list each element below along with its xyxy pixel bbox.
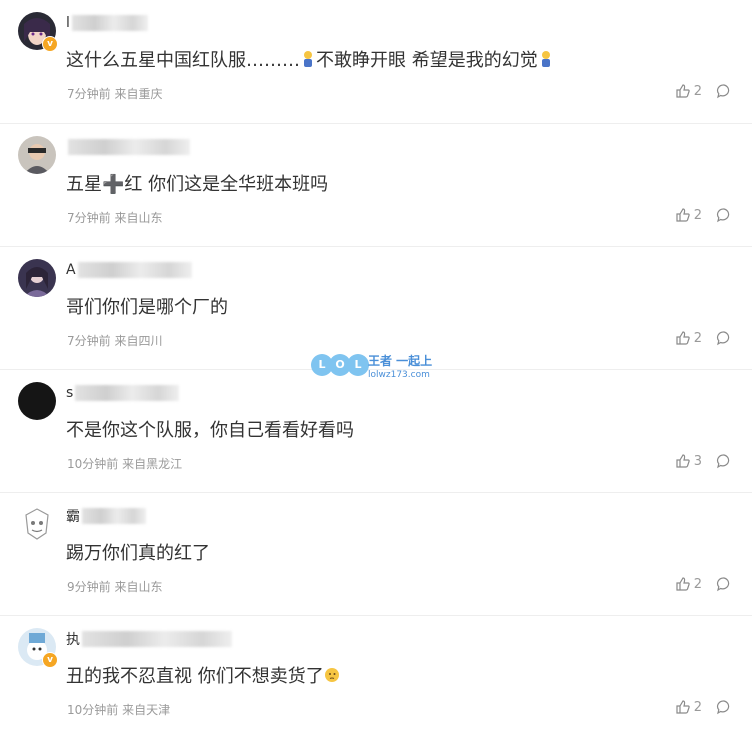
reply-icon[interactable]	[716, 576, 732, 592]
thumbs-up-icon	[676, 208, 690, 222]
comment-text: 五星➕红 你们这是全华班本班吗	[66, 174, 329, 195]
comment-meta: 9分钟前 来自山东	[67, 580, 163, 594]
username[interactable]: A	[66, 261, 192, 279]
reply-icon[interactable]	[716, 330, 732, 346]
comment-actions: 3	[675, 453, 732, 469]
comment-actions: 2	[675, 330, 732, 346]
thumbs-up-icon	[676, 454, 690, 468]
avatar[interactable]	[18, 136, 56, 174]
comment-text: 这什么五星中国红队服……… 不敢睁开眼 希望是我的幻觉	[66, 46, 554, 72]
username[interactable]: 执	[66, 630, 232, 648]
redacted-name	[82, 631, 232, 647]
emoji-icon	[541, 51, 550, 67]
comment-text: 丑的我不忍直视 你们不想卖货了	[66, 662, 340, 688]
comment-meta: 7分钟前 来自四川	[67, 334, 163, 348]
comment-meta: 7分钟前 来自山东	[67, 211, 163, 225]
comment-item: 五星➕红 你们这是全华班本班吗 7分钟前 来自山东 2	[0, 123, 752, 246]
thumbs-up-icon	[676, 331, 690, 345]
comment-item: v l 这什么五星中国红队服……… 不敢睁开眼 希望是我的幻觉 7分钟前 来自重庆…	[0, 0, 752, 123]
reply-icon[interactable]	[716, 207, 732, 223]
like-button[interactable]: 2	[675, 699, 702, 715]
like-button[interactable]: 2	[675, 207, 702, 223]
thumbs-up-icon	[676, 577, 690, 591]
comment-actions: 2	[675, 207, 732, 223]
thinking-face-emoji-icon	[324, 668, 339, 682]
comment-item: s 不是你这个队服，你自己看看好看吗 10分钟前 来自黑龙江 3	[0, 369, 752, 492]
comment-text: 不是你这个队服，你自己看看好看吗	[66, 420, 354, 441]
verified-badge-icon: v	[42, 36, 58, 52]
avatar[interactable]	[18, 259, 56, 297]
comment-actions: 2	[675, 576, 732, 592]
avatar[interactable]	[18, 505, 56, 543]
comment-text: 踢万你们真的红了	[66, 543, 210, 564]
username[interactable]: 霸	[66, 507, 146, 525]
comment-item: v 执 丑的我不忍直视 你们不想卖货了 10分钟前 来自天津 2	[0, 615, 752, 738]
comment-text: 哥们你们是哪个厂的	[66, 297, 228, 318]
thumbs-up-icon	[676, 84, 690, 98]
username[interactable]: s	[66, 384, 180, 402]
verified-badge-icon: v	[42, 652, 58, 668]
username[interactable]: l	[66, 14, 148, 32]
like-button[interactable]: 2	[675, 330, 702, 346]
comment-actions: 2	[675, 83, 732, 99]
redacted-name	[75, 385, 180, 401]
comment-meta: 10分钟前 来自天津	[67, 703, 171, 717]
comment-item: A 哥们你们是哪个厂的 7分钟前 来自四川 2	[0, 246, 752, 369]
redacted-name	[68, 139, 190, 155]
redacted-name	[77, 262, 192, 278]
redacted-name	[71, 15, 148, 31]
thumbs-up-icon	[676, 700, 690, 714]
like-button[interactable]: 2	[675, 576, 702, 592]
comment-meta: 10分钟前 来自黑龙江	[67, 457, 183, 471]
emoji-icon	[304, 51, 312, 67]
reply-icon[interactable]	[716, 453, 732, 469]
avatar[interactable]	[18, 382, 56, 420]
comment-item: 霸 踢万你们真的红了 9分钟前 来自山东 2	[0, 492, 752, 615]
like-button[interactable]: 2	[675, 83, 702, 99]
like-button[interactable]: 3	[675, 453, 702, 469]
redacted-name	[82, 508, 146, 524]
reply-icon[interactable]	[716, 699, 732, 715]
comment-actions: 2	[675, 699, 732, 715]
comment-meta: 7分钟前 来自重庆	[67, 87, 163, 101]
reply-icon[interactable]	[716, 83, 732, 99]
username[interactable]	[66, 138, 190, 156]
